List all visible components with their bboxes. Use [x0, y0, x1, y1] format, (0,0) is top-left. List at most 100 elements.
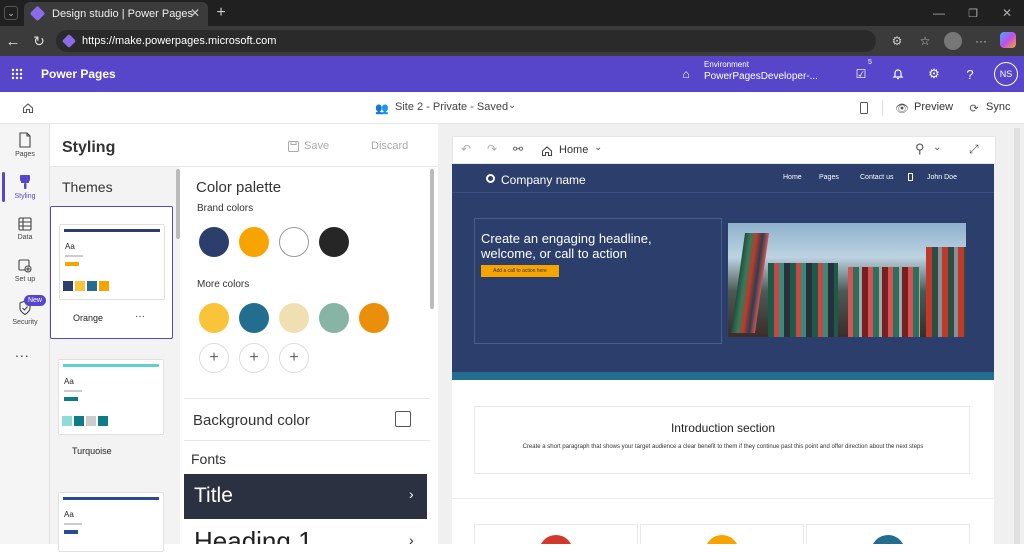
rail-item-data[interactable]: Data [0, 217, 50, 257]
preview-eye-icon[interactable]: 👁 [894, 100, 910, 116]
palette-scrollbar[interactable] [430, 169, 434, 309]
more-color-swatch[interactable] [319, 303, 349, 333]
url-field[interactable]: https://make.powerpages.microsoft.com [56, 30, 876, 52]
copilot-icon[interactable] [1000, 32, 1016, 48]
settings-gear-icon[interactable]: ⚙ [925, 65, 943, 83]
brand-color-swatch[interactable] [319, 227, 349, 257]
extensions-icon[interactable]: ⚙ [888, 32, 906, 50]
app-launcher-icon[interactable] [8, 65, 26, 83]
add-color-button[interactable]: + [239, 343, 269, 373]
favorites-icon[interactable]: ☆ [916, 32, 934, 50]
environment-name[interactable]: PowerPagesDeveloper-... [704, 71, 818, 82]
theme-name-turquoise: Turquoise [72, 446, 112, 456]
preview-divider [452, 498, 994, 499]
rail-label-security: Security [12, 319, 38, 326]
help-icon[interactable]: ? [961, 65, 979, 83]
product-name[interactable]: Power Pages [41, 67, 116, 81]
more-color-swatch[interactable] [239, 303, 269, 333]
sync-button[interactable]: Sync [986, 101, 1010, 113]
sync-icon[interactable]: ⟳ [966, 100, 982, 116]
paintbrush-icon [20, 175, 30, 189]
bell-icon[interactable] [889, 65, 907, 83]
restore-icon[interactable]: ❐ [964, 4, 982, 22]
page-selector[interactable]: Home [559, 144, 588, 156]
theme-sample-third: Aa [64, 510, 74, 519]
rail-item-pages[interactable]: Pages [0, 132, 50, 172]
tab-close-icon[interactable]: ✕ [190, 6, 200, 20]
font-row-heading1[interactable]: Heading 1 › [184, 522, 427, 544]
task-checklist-icon[interactable]: ☑ [852, 65, 870, 83]
new-tab-icon[interactable]: + [212, 4, 230, 22]
user-avatar[interactable]: NS [994, 62, 1018, 86]
mobile-view-icon[interactable] [856, 100, 872, 116]
site-title[interactable]: Site 2 - Private - Saved [395, 101, 508, 113]
theme-card-third[interactable]: Aa [50, 482, 173, 552]
more-color-swatch[interactable] [359, 303, 389, 333]
site-info-icon[interactable] [61, 33, 77, 49]
tab-actions-icon[interactable]: ⌄ [4, 6, 18, 20]
save-icon [286, 139, 300, 153]
rail-more-icon[interactable]: ... [15, 344, 30, 360]
background-color-checkbox[interactable] [395, 411, 411, 427]
page-icon [19, 132, 31, 148]
site-teal-strip [452, 372, 994, 380]
site-nav-pages[interactable]: Pages [819, 174, 839, 181]
zoom-icon[interactable]: ⚲ [915, 141, 925, 157]
new-badge: New [24, 295, 46, 306]
preview-button[interactable]: Preview [914, 101, 953, 113]
discard-button[interactable]: Discard [371, 140, 408, 152]
theme-more-icon[interactable]: ··· [135, 311, 145, 322]
url-text: https://make.powerpages.microsoft.com [82, 35, 277, 47]
expand-icon[interactable]: ⤢ [969, 142, 979, 157]
themes-scrollbar[interactable] [176, 169, 180, 239]
home-icon[interactable] [19, 99, 37, 117]
site-preview: Company name Home Pages Contact us John … [452, 164, 994, 544]
hero-cta-button[interactable]: Add a call to action here [481, 265, 559, 277]
profile-avatar-icon[interactable] [944, 32, 962, 50]
back-icon[interactable]: ← [4, 32, 22, 50]
theme-thumbnail-orange: Aa [59, 224, 165, 300]
site-nav-contact[interactable]: Contact us [860, 174, 893, 181]
brand-color-swatch[interactable] [239, 227, 269, 257]
brand-color-swatch[interactable] [199, 227, 229, 257]
font-row-title[interactable]: Title › [184, 474, 427, 519]
font-heading1-label: Heading 1 [194, 526, 313, 544]
page-home-icon [541, 146, 553, 157]
powerpages-logo-icon [29, 5, 46, 22]
zoom-chevron-down-icon[interactable]: ⌄ [933, 142, 941, 153]
site-people-icon: 👥 [375, 102, 389, 115]
site-nav-home[interactable]: Home [783, 174, 802, 181]
save-button[interactable]: Save [304, 140, 329, 152]
fonts-heading: Fonts [191, 451, 227, 467]
undo-icon[interactable]: ↶ [461, 142, 471, 156]
setup-icon [18, 259, 32, 273]
menu-ellipsis-icon[interactable]: ··· [972, 32, 990, 50]
more-color-swatch[interactable] [199, 303, 229, 333]
brand-color-swatch[interactable] [279, 227, 309, 257]
theme-card-turquoise[interactable]: Aa Turquoise [50, 349, 173, 469]
site-nav-user[interactable]: John Doe [927, 174, 957, 181]
theme-card-orange[interactable]: Aa Orange ··· [50, 206, 173, 339]
themes-heading: Themes [62, 179, 113, 195]
rail-item-styling[interactable]: Styling [0, 174, 50, 214]
page-chevron-down-icon[interactable]: ⌄ [594, 142, 602, 153]
feature-circle-icon [539, 535, 573, 544]
redo-icon[interactable]: ↷ [487, 142, 497, 156]
feature-card [474, 524, 638, 544]
color-palette-heading: Color palette [196, 179, 282, 196]
company-name[interactable]: Company name [501, 173, 586, 187]
rail-label-pages: Pages [15, 151, 35, 158]
refresh-icon[interactable]: ↻ [30, 32, 48, 50]
add-color-button[interactable]: + [199, 343, 229, 373]
link-icon[interactable]: ⚯ [513, 142, 523, 156]
close-window-icon[interactable]: ✕ [998, 4, 1016, 22]
more-color-swatch[interactable] [279, 303, 309, 333]
site-chevron-down-icon[interactable]: ⌄ [508, 100, 516, 111]
rail-item-setup[interactable]: Set up [0, 259, 50, 299]
minimize-icon[interactable]: — [930, 4, 948, 22]
rail-label-data: Data [17, 234, 33, 241]
add-color-button[interactable]: + [279, 343, 309, 373]
rail-item-security[interactable]: Security [0, 300, 50, 340]
canvas-scrollbar[interactable] [1014, 128, 1020, 544]
browser-tab[interactable]: Design studio | Power Pages ✕ [24, 2, 208, 26]
